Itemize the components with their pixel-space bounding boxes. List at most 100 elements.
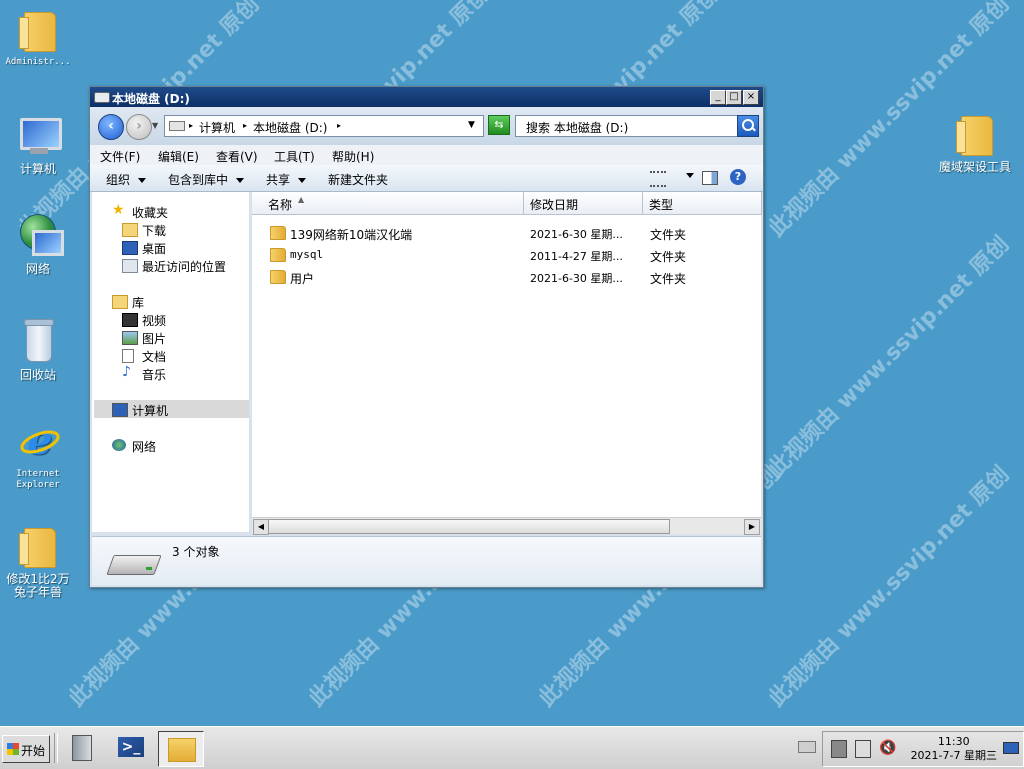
- chevron-right-icon[interactable]: ▸: [243, 121, 247, 130]
- column-header-type[interactable]: 类型: [643, 192, 762, 215]
- scroll-thumb[interactable]: [268, 519, 670, 534]
- folder-icon: [270, 270, 286, 284]
- maximize-button[interactable]: □: [726, 90, 742, 105]
- scroll-left-icon[interactable]: ◀: [253, 519, 269, 535]
- drive-led: [146, 567, 152, 570]
- desktop-icon-network[interactable]: 网络: [0, 212, 76, 276]
- hard-drive-icon: [106, 555, 162, 575]
- computer-icon: [14, 112, 62, 160]
- sort-ascending-icon: ▲: [298, 195, 305, 204]
- file-row[interactable]: 139网络新10端汉化端 2021-6-30 星期... 文件夹: [252, 222, 761, 244]
- title-bar[interactable]: 本地磁盘 (D:) _ □ ×: [90, 87, 763, 107]
- breadcrumb-computer[interactable]: 计算机: [199, 119, 235, 136]
- menu-edit[interactable]: 编辑(E): [158, 148, 199, 165]
- recycle-bin-icon: [14, 318, 62, 366]
- explorer-window[interactable]: 本地磁盘 (D:) _ □ × ‹ › ▼ ▸ 计算机 ▸ 本地磁盘 (D:) …: [89, 86, 764, 588]
- details-pane: 3 个对象: [92, 536, 761, 585]
- search-input[interactable]: 搜索 本地磁盘 (D:): [515, 115, 739, 137]
- breadcrumb-drive[interactable]: 本地磁盘 (D:): [253, 119, 327, 136]
- menu-bar: 文件(F) 编辑(E) 查看(V) 工具(T) 帮助(H): [90, 145, 763, 165]
- action-center-icon[interactable]: [831, 740, 847, 758]
- folder-icon: [270, 226, 286, 240]
- svg-text:e: e: [27, 420, 52, 460]
- clock[interactable]: 11:30 2021-7-7 星期三: [911, 735, 997, 763]
- pictures-icon: [122, 331, 138, 345]
- internet-explorer-icon: e: [14, 418, 62, 466]
- item-count: 3 个对象: [172, 545, 220, 559]
- new-folder-button[interactable]: 新建文件夹: [328, 171, 388, 188]
- desktop-icon-internet-explorer[interactable]: e Internet Explorer: [0, 418, 76, 491]
- include-in-library-button[interactable]: 包含到库中: [168, 171, 245, 188]
- address-history-chevron-icon[interactable]: ▼: [468, 120, 475, 130]
- chevron-right-icon[interactable]: ▸: [189, 121, 193, 130]
- show-desktop-icon[interactable]: [1003, 742, 1019, 754]
- recent-pages-chevron-icon[interactable]: ▼: [152, 121, 158, 130]
- chevron-right-icon[interactable]: ▸: [337, 121, 341, 130]
- watermark: 此视频由 www.ssvip.net 原创: [764, 231, 1015, 482]
- column-header-name[interactable]: 名称 ▲: [252, 192, 524, 215]
- navigation-pane: ★ 收藏夹 下载 桌面 最近访问的位置 库 视频 图片 文档 ♪ 音乐 计算机 …: [92, 192, 249, 532]
- drive-icon: [94, 92, 110, 103]
- scroll-right-icon[interactable]: ▶: [744, 519, 760, 535]
- watermark: 此视频由 www.ssvip.net 原创: [764, 461, 1015, 712]
- desktop-icon-folder-mod[interactable]: 修改1比2万兔子年兽: [0, 522, 76, 599]
- help-icon[interactable]: ?: [730, 169, 746, 185]
- preview-pane-icon[interactable]: [702, 171, 718, 185]
- network-status-icon[interactable]: [855, 740, 871, 758]
- video-icon: [122, 313, 138, 327]
- computer-icon: [112, 403, 128, 417]
- server-manager-button[interactable]: [62, 731, 106, 765]
- library-icon: [112, 295, 128, 309]
- desktop-icon-computer[interactable]: 计算机: [0, 112, 76, 176]
- windows-logo-icon: [7, 743, 19, 755]
- search-icon[interactable]: [737, 115, 759, 137]
- close-button[interactable]: ×: [743, 90, 759, 105]
- desktop-icon-administrator[interactable]: Administr...: [0, 6, 76, 68]
- music-icon: ♪: [122, 364, 131, 380]
- file-row[interactable]: mysql 2011-4-27 星期... 文件夹: [252, 244, 761, 266]
- desktop-icon: [122, 241, 138, 255]
- star-icon: ★: [112, 202, 125, 218]
- powershell-button[interactable]: >_: [110, 731, 154, 765]
- powershell-icon: >_: [118, 737, 144, 757]
- network-icon: [112, 439, 126, 451]
- folder-icon: [270, 248, 286, 262]
- menu-file[interactable]: 文件(F): [100, 148, 140, 165]
- desktop-icon-folder-tools[interactable]: 魔域架设工具: [932, 110, 1018, 174]
- explorer-folder-icon: [168, 738, 196, 762]
- menu-tools[interactable]: 工具(T): [274, 148, 315, 165]
- file-list: 名称 ▲ 修改日期 类型 139网络新10端汉化端 2021-6-30 星期..…: [252, 192, 762, 517]
- minimize-button[interactable]: _: [710, 90, 726, 105]
- drive-icon: [169, 121, 185, 131]
- file-row[interactable]: 用户 2021-6-30 星期... 文件夹: [252, 266, 761, 288]
- organize-button[interactable]: 组织: [106, 171, 147, 188]
- taskbar: 开始 >_ 🔇 11:30 2021-7-7 星期三: [0, 726, 1024, 769]
- nav-computer[interactable]: 计算机: [94, 400, 249, 418]
- forward-button[interactable]: ›: [126, 114, 152, 140]
- explorer-taskbar-button[interactable]: [158, 731, 204, 767]
- recent-places-icon: [122, 259, 138, 273]
- desktop-icon-recycle-bin[interactable]: 回收站: [0, 318, 76, 382]
- folder-icon: [19, 528, 56, 568]
- system-tray: 🔇 11:30 2021-7-7 星期三: [822, 731, 1024, 767]
- refresh-button[interactable]: ⇆: [488, 115, 510, 135]
- share-button[interactable]: 共享: [266, 171, 307, 188]
- view-options-icon[interactable]: [650, 171, 666, 187]
- view-chevron-icon[interactable]: [686, 173, 694, 178]
- column-header-date[interactable]: 修改日期: [524, 192, 643, 215]
- documents-icon: [122, 349, 134, 363]
- volume-muted-icon[interactable]: 🔇: [879, 740, 896, 756]
- back-button[interactable]: ‹: [98, 114, 124, 140]
- address-bar[interactable]: ▸ 计算机 ▸ 本地磁盘 (D:) ▸ ▼: [164, 115, 484, 137]
- menu-view[interactable]: 查看(V): [216, 148, 258, 165]
- window-title: 本地磁盘 (D:): [112, 92, 190, 106]
- address-row: ‹ › ▼ ▸ 计算机 ▸ 本地磁盘 (D:) ▸ ▼ ⇆ 搜索 本地磁盘 (D…: [90, 107, 763, 145]
- network-icon: [14, 212, 64, 260]
- folder-icon: [956, 116, 993, 156]
- command-bar: 组织 包含到库中 共享 新建文件夹 ?: [90, 165, 763, 192]
- menu-help[interactable]: 帮助(H): [332, 148, 374, 165]
- keyboard-icon[interactable]: [798, 741, 816, 753]
- downloads-icon: [122, 223, 138, 237]
- start-button[interactable]: 开始: [2, 735, 50, 763]
- horizontal-scrollbar[interactable]: ◀ ▶: [252, 517, 761, 535]
